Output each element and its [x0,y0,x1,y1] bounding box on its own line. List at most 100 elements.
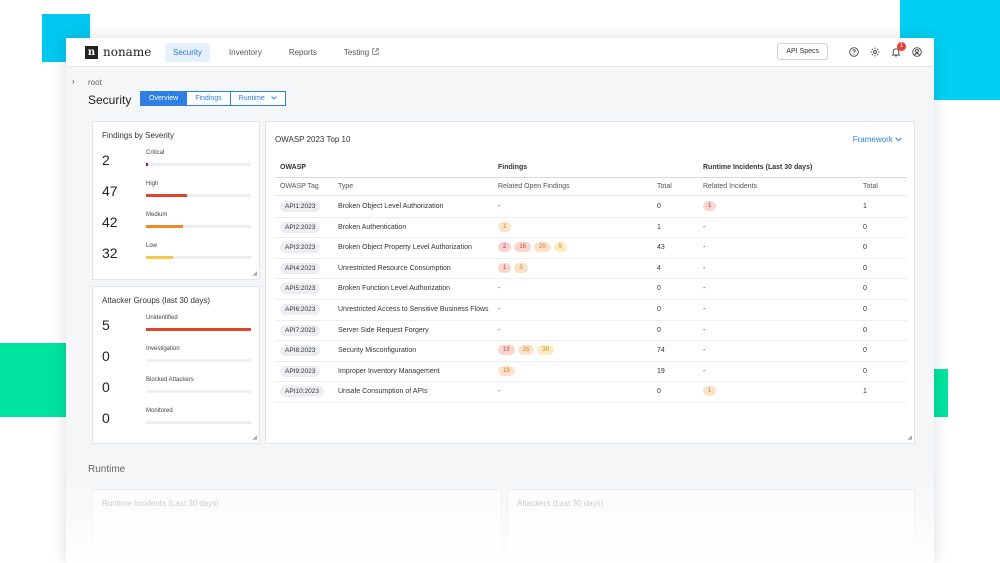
owasp-tag-badge: API1:2023 [280,201,321,212]
owasp-table-body: API1:2023 Broken Object Level Authorizati… [275,197,907,403]
table-row[interactable]: API5:2023 Broken Function Level Authoriza… [275,279,907,300]
attacker-metric[interactable]: 0 Investigation [102,346,251,370]
metric-count: 42 [102,214,118,230]
resize-handle-icon[interactable]: ◢ [252,434,257,441]
nav-security[interactable]: Security [165,43,210,62]
table-row[interactable]: API4:2023 Unrestricted Resource Consumpti… [275,259,907,280]
tab-findings[interactable]: Findings [187,91,231,106]
sidebar-expand-chevron-icon[interactable]: › [72,77,75,86]
bell-icon[interactable]: 1 [891,41,906,57]
severity-metric[interactable]: 2 Critical [102,150,251,174]
runtime-total: 1 [863,388,867,396]
framework-dropdown[interactable]: Framework [853,135,902,144]
nav-inventory[interactable]: Inventory [221,43,270,62]
owasp-type: Security Misconfiguration [338,347,417,355]
api-specs-button[interactable]: API Specs [777,43,828,60]
finding-pill[interactable]: 25 [517,345,535,356]
metric-bar-track [146,359,251,362]
table-row[interactable]: API8:2023 Security Misconfiguration 19 25 30… [275,341,907,362]
tab-runtime-label: Runtime [238,95,265,102]
resize-handle-icon[interactable]: ◢ [907,434,912,441]
related-incidents-empty: - [703,326,706,334]
breadcrumb[interactable]: root [88,78,102,87]
metric-bar-track [146,194,251,197]
attacker-metric[interactable]: 0 Blocked Attackers [102,377,251,401]
logo[interactable]: n noname [85,45,151,59]
gear-icon[interactable] [870,47,880,57]
related-findings-pills: 19 25 30 [498,345,557,356]
table-row[interactable]: API7:2023 Server Side Request Forgery - 0 - 0 [275,321,907,342]
group-header-runtime: Runtime Incidents (Last 30 days) [703,164,813,171]
findings-total: 0 [657,388,661,396]
owasp-type: Broken Function Level Authorization [338,285,451,293]
owasp-type: Server Side Request Forgery [338,326,429,334]
severity-metric[interactable]: 32 Low [102,243,251,267]
table-row[interactable]: API3:2023 Broken Object Property Level Au… [275,238,907,259]
incident-pill[interactable]: 1 [703,386,717,397]
related-incidents-empty: - [703,223,706,231]
severity-metric[interactable]: 47 High [102,181,251,205]
attacker-metric[interactable]: 5 Unidentified [102,315,251,339]
findings-total: 0 [657,285,661,293]
attacker-metric[interactable]: 0 Monitored [102,408,251,432]
table-row[interactable]: API2:2023 Broken Authentication 1 1 - 0 [275,218,907,239]
related-findings-pills: 1 [498,221,514,232]
topbar-actions: API Specs 1 [777,41,922,60]
nav-reports[interactable]: Reports [281,43,325,62]
table-row[interactable]: API9:2023 Improper Inventory Management 19… [275,362,907,383]
related-incidents-empty: - [703,244,706,252]
related-incidents-empty: - [703,305,706,313]
attacker-groups-card: Attacker Groups (last 30 days) 5 Unidenti… [92,286,260,444]
metric-count: 5 [102,317,110,333]
resize-handle-icon[interactable]: ◢ [252,270,257,277]
severity-card-title: Findings by Severity [102,131,175,140]
owasp-type: Improper Inventory Management [338,367,440,375]
finding-pill[interactable]: 16 [514,242,532,253]
metric-bar-fill [146,225,183,228]
finding-pill[interactable]: 19 [498,345,515,356]
finding-pill[interactable]: 1 [498,221,512,232]
finding-pill[interactable]: 1 [498,262,512,273]
table-row[interactable]: API10:2023 Unsafe Consumption of APIs - 0 1 1 [275,382,907,403]
finding-pill[interactable]: 3 [514,262,528,273]
external-link-icon [372,48,379,57]
findings-total: 74 [657,347,665,355]
runtime-total: 0 [863,264,867,272]
runtime-incidents-card: Runtime Incidents (Last 30 days) [92,489,502,563]
findings-total: 0 [657,203,661,210]
user-icon[interactable] [912,46,922,57]
finding-pill[interactable]: 30 [537,345,555,356]
findings-total: 19 [657,367,665,375]
related-findings-pills: 19 [498,365,518,376]
findings-total: 1 [657,223,661,231]
logo-mark: n [85,45,98,59]
tab-runtime[interactable]: Runtime [230,91,286,106]
page-title: Security [88,93,132,107]
owasp-tag-badge: API2:2023 [280,221,321,233]
attackers-title: Attackers (Last 30 days) [517,499,604,508]
help-icon[interactable] [849,46,859,57]
owasp-tag-badge: API8:2023 [280,345,321,357]
severity-metric[interactable]: 42 Medium [102,212,251,236]
related-incidents-pills: 1 [703,386,719,397]
table-row[interactable]: API1:2023 Broken Object Level Authorizati… [275,197,907,218]
nav-inventory-label: Inventory [228,48,262,57]
findings-total: 0 [657,326,661,334]
finding-pill[interactable]: 20 [534,242,551,253]
nav-testing[interactable]: Testing [336,43,387,62]
top-bar: n noname Security Inventory Reports Test… [66,38,934,67]
col-related-findings: Related Open Findings [498,183,570,190]
owasp-type: Unrestricted Resource Consumption [338,264,451,272]
finding-pill[interactable]: 2 [498,242,512,253]
tab-overview[interactable]: Overview [140,91,188,106]
findings-total: 0 [657,305,661,313]
incident-pill[interactable]: 1 [703,201,717,211]
owasp-top10-card: OWASP 2023 Top 10 Framework OWASP Findin… [265,121,915,444]
table-row[interactable]: API6:2023 Unrestricted Access to Sensitiv… [275,300,907,321]
related-incidents-empty: - [703,285,706,293]
metric-bar-fill [146,194,187,197]
finding-pill[interactable]: 5 [553,242,568,253]
related-findings-empty: - [498,285,501,293]
attackers-card: Attackers (Last 30 days) [507,489,915,563]
finding-pill[interactable]: 19 [498,365,515,376]
